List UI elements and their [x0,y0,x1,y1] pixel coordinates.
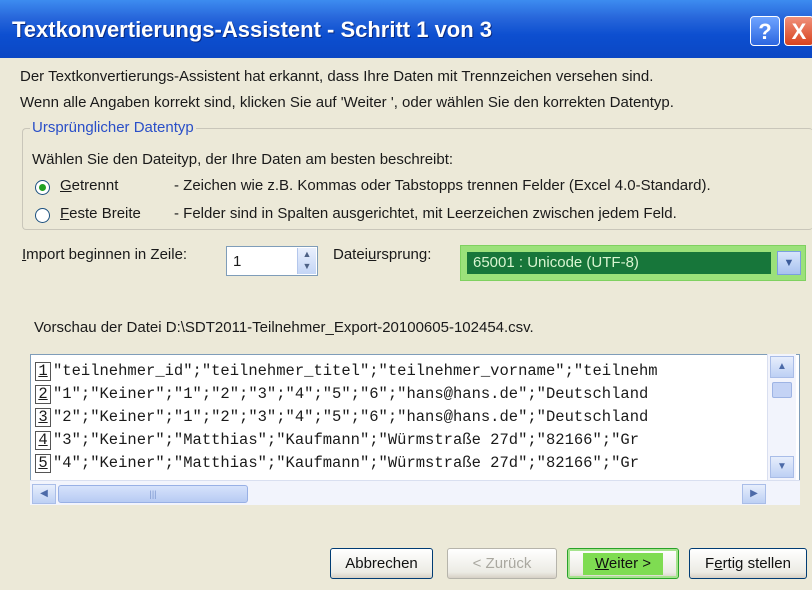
title-bar: Textkonvertierungs-Assistent - Schritt 1… [0,0,812,58]
file-origin-label: Dateiursprung: [333,246,432,263]
radio-fixed-width[interactable] [35,208,50,223]
cancel-button[interactable]: Abbrechen [330,548,433,579]
finish-button[interactable]: Fertig stellen [689,548,807,579]
intro-text-line-2: Wenn alle Angaben korrekt sind, klicken … [20,94,674,111]
file-origin-selected-value[interactable]: 65001 : Unicode (UTF-8) [467,252,771,274]
import-start-row-label: Import beginnen in Zeile: [22,246,188,263]
datatype-group-legend: Ursprünglicher Datentyp [30,119,196,136]
spinner-arrows-icon[interactable]: ▲ ▼ [297,248,316,274]
datatype-prompt: Wählen Sie den Dateityp, der Ihre Daten … [32,151,454,168]
help-button[interactable]: ? [750,16,780,46]
radio-delimited-label[interactable]: Getrennt [60,177,118,194]
next-button[interactable]: Weiter > [567,548,679,579]
preview-row: 1 "teilnehmer_id";"teilnehmer_titel";"tei… [31,361,658,381]
radio-delimited[interactable] [35,180,50,195]
close-button[interactable]: X [784,16,812,46]
file-origin-dropdown[interactable]: 65001 : Unicode (UTF-8) ▼ [460,245,806,281]
scroll-up-icon[interactable]: ▲ [770,356,794,378]
import-start-row-value[interactable]: 1 [233,253,241,270]
radio-fixed-width-label[interactable]: Feste Breite [60,205,141,222]
window-title: Textkonvertierungs-Assistent - Schritt 1… [12,17,493,42]
import-start-row-spinner[interactable]: 1 ▲ ▼ [226,246,318,276]
vertical-scroll-thumb[interactable] [772,382,792,398]
preview-label: Vorschau der Datei D:\SDT2011-Teilnehmer… [34,319,534,336]
chevron-down-icon[interactable]: ▼ [777,251,801,275]
back-button[interactable]: < Zurück [447,548,557,579]
horizontal-scroll-thumb[interactable]: ||| [58,485,248,503]
preview-vertical-scrollbar[interactable]: ▲ ▼ [767,354,796,480]
radio-fixed-width-description: - Felder sind in Spalten ausgerichtet, m… [174,205,677,222]
scroll-left-icon[interactable]: ◀ [32,484,56,504]
preview-horizontal-scrollbar[interactable]: ◀ ||| ▶ [30,480,800,505]
intro-text-line-1: Der Textkonvertierungs-Assistent hat erk… [20,68,654,85]
scroll-right-icon[interactable]: ▶ [742,484,766,504]
preview-row: 2 "1";"Keiner";"1";"2";"3";"4";"5";"6";"h… [31,384,648,404]
preview-row: 5 "4";"Keiner";"Matthias";"Kaufmann";"Wür… [31,453,639,473]
radio-delimited-description: - Zeichen wie z.B. Kommas oder Tabstopps… [174,177,711,194]
preview-row: 4 "3";"Keiner";"Matthias";"Kaufmann";"Wür… [31,430,639,450]
scroll-down-icon[interactable]: ▼ [770,456,794,478]
preview-row: 3 "2";"Keiner";"1";"2";"3";"4";"5";"6";"h… [31,407,648,427]
